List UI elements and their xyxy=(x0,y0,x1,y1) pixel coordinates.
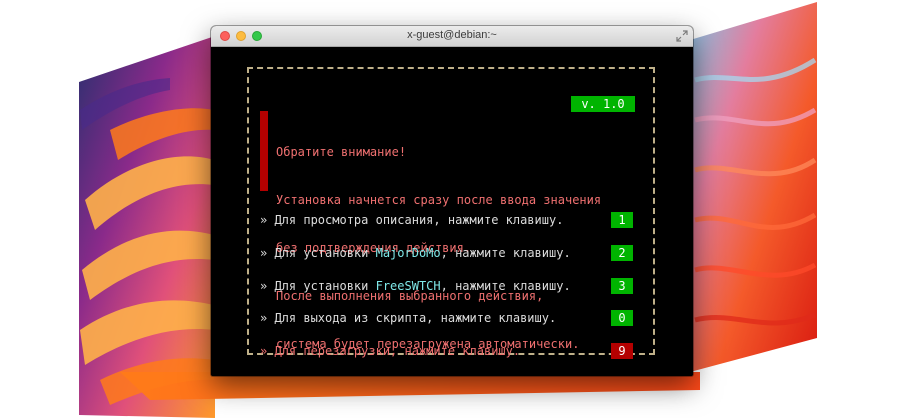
key-badge-9: 9 xyxy=(611,343,633,359)
option-highlight: MajorDoMo xyxy=(375,246,441,260)
fullscreen-icon[interactable] xyxy=(676,30,688,42)
option-label: » Для установки xyxy=(260,279,376,293)
menu-option-exit: » Для выхода из скрипта, нажмите клавишу… xyxy=(260,310,556,326)
menu-option-reboot: » Для перезагрузки, нажмите клавишу. xyxy=(260,343,520,359)
key-badge-2: 2 xyxy=(611,245,633,261)
terminal-screen[interactable]: v. 1.0 Обратите внимание! Установка начн… xyxy=(211,47,693,376)
version-badge: v. 1.0 xyxy=(571,96,635,112)
option-highlight: FreeSWTCH xyxy=(375,279,441,293)
option-label: » Для выхода из скрипта, нажмите клавишу… xyxy=(260,311,557,325)
option-label-suffix: , нажмите клавишу. xyxy=(440,246,571,260)
warning-message: Обратите внимание! Установка начнется ср… xyxy=(276,112,601,376)
key-badge-0: 0 xyxy=(611,310,633,326)
menu-option-description: » Для просмотра описания, нажмите клавиш… xyxy=(260,212,563,228)
key-badge-3: 3 xyxy=(611,278,633,294)
menu-option-majordomo: » Для установки MajorDoMo, нажмите клави… xyxy=(260,245,571,261)
window-title: x-guest@debian:~ xyxy=(407,29,497,41)
option-label-suffix: , нажмите клавишу. xyxy=(440,279,571,293)
menu-option-freeswitch: » Для установки FreeSWTCH, нажмите клави… xyxy=(260,278,571,294)
terminal-window: x-guest@debian:~ v. 1.0 Обратите внимани… xyxy=(211,26,693,376)
warning-line: Установка начнется сразу после ввода зна… xyxy=(276,193,602,207)
option-label: » Для установки xyxy=(260,246,376,260)
option-label: » Для перезагрузки, нажмите клавишу. xyxy=(260,344,521,358)
warning-line: Обратите внимание! xyxy=(276,145,407,159)
key-badge-1: 1 xyxy=(611,212,633,228)
window-titlebar[interactable]: x-guest@debian:~ xyxy=(211,26,693,47)
option-label: » Для просмотра описания, нажмите клавиш… xyxy=(260,213,564,227)
warning-marker xyxy=(260,111,268,191)
